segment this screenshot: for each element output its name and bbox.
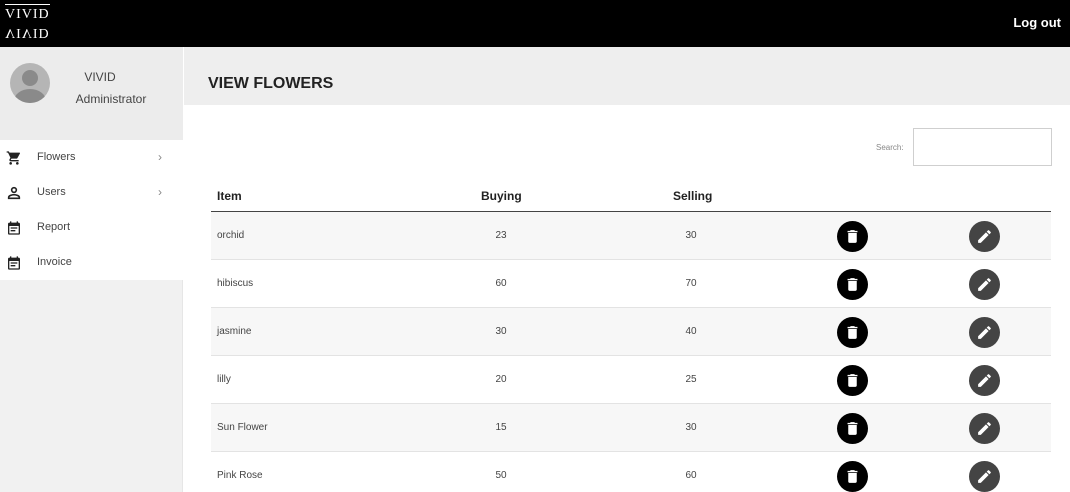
chevron-right-icon: › bbox=[158, 150, 162, 164]
brand-logo[interactable]: VIVID VIVID bbox=[5, 4, 55, 42]
sidebar-item-label: Flowers bbox=[37, 151, 76, 163]
delete-button[interactable] bbox=[837, 269, 868, 300]
user-icon bbox=[7, 186, 21, 200]
edit-icon bbox=[978, 374, 991, 387]
sidebar-item-label: Report bbox=[37, 221, 71, 233]
cell-selling: 60 bbox=[685, 470, 697, 481]
cell-selling: 30 bbox=[685, 230, 697, 241]
edit-button[interactable] bbox=[969, 365, 1000, 396]
table-row: lilly 20 25 bbox=[211, 356, 1051, 404]
table-row: orchid 23 30 bbox=[211, 212, 1051, 260]
sidebar-item-flowers[interactable]: Flowers › bbox=[0, 140, 183, 175]
sidebar: VIVID Administrator Flowers › Users › Re… bbox=[0, 47, 183, 492]
cell-item: lilly bbox=[217, 374, 231, 385]
table-row: Sun Flower 15 30 bbox=[211, 404, 1051, 452]
page-header: VIEW FLOWERS bbox=[184, 47, 1070, 105]
search-input[interactable] bbox=[913, 128, 1052, 166]
edit-icon bbox=[978, 326, 991, 339]
profile-panel: VIVID Administrator bbox=[0, 47, 183, 140]
cell-selling: 25 bbox=[685, 374, 697, 385]
edit-icon bbox=[978, 422, 991, 435]
delete-icon bbox=[847, 470, 858, 483]
delete-button[interactable] bbox=[837, 461, 868, 492]
edit-button[interactable] bbox=[969, 317, 1000, 348]
delete-icon bbox=[847, 422, 858, 435]
delete-icon bbox=[847, 326, 858, 339]
sidebar-item-users[interactable]: Users › bbox=[0, 175, 183, 210]
edit-icon bbox=[978, 470, 991, 483]
profile-name: VIVID bbox=[84, 70, 116, 84]
cell-item: hibiscus bbox=[217, 278, 254, 289]
cell-item: jasmine bbox=[217, 326, 252, 337]
calendar-icon bbox=[8, 221, 20, 235]
cell-buying: 50 bbox=[495, 470, 507, 481]
sidebar-item-label: Invoice bbox=[37, 256, 72, 268]
profile-role: Administrator bbox=[75, 92, 147, 106]
column-header-selling[interactable]: Selling bbox=[673, 189, 712, 203]
edit-button[interactable] bbox=[969, 413, 1000, 444]
column-header-buying[interactable]: Buying bbox=[481, 189, 522, 203]
chevron-right-icon: › bbox=[158, 185, 162, 199]
cell-selling: 70 bbox=[685, 278, 697, 289]
delete-button[interactable] bbox=[837, 413, 868, 444]
top-bar: VIVID VIVID Log out bbox=[0, 0, 1070, 47]
edit-button[interactable] bbox=[969, 221, 1000, 252]
cell-item: Pink Rose bbox=[217, 470, 263, 481]
logout-link[interactable]: Log out bbox=[1013, 15, 1061, 30]
delete-button[interactable] bbox=[837, 365, 868, 396]
search-label: Search: bbox=[876, 143, 904, 152]
main-content: VIEW FLOWERS Search: Item Buying Selling… bbox=[184, 47, 1070, 492]
cell-selling: 40 bbox=[685, 326, 697, 337]
avatar bbox=[10, 63, 50, 103]
edit-button[interactable] bbox=[969, 269, 1000, 300]
sidebar-item-report[interactable]: Report bbox=[0, 210, 183, 245]
cell-selling: 30 bbox=[685, 422, 697, 433]
edit-icon bbox=[978, 230, 991, 243]
calendar-icon bbox=[8, 256, 20, 270]
delete-icon bbox=[847, 230, 858, 243]
table-row: Pink Rose 50 60 bbox=[211, 452, 1051, 492]
cell-buying: 15 bbox=[495, 422, 507, 433]
flowers-table: Item Buying Selling orchid 23 30 hibiscu… bbox=[211, 180, 1051, 492]
table-row: jasmine 30 40 bbox=[211, 308, 1051, 356]
cell-buying: 20 bbox=[495, 374, 507, 385]
delete-icon bbox=[847, 278, 858, 291]
sidebar-item-label: Users bbox=[37, 186, 66, 198]
cart-icon bbox=[6, 151, 21, 165]
cell-buying: 23 bbox=[495, 230, 507, 241]
table-row: hibiscus 60 70 bbox=[211, 260, 1051, 308]
delete-button[interactable] bbox=[837, 317, 868, 348]
logo-text-mirrored: VIVID bbox=[5, 25, 50, 40]
page-title: VIEW FLOWERS bbox=[208, 75, 334, 92]
logo-text-top: VIVID bbox=[5, 4, 50, 23]
sidebar-menu: Flowers › Users › Report Invoice bbox=[0, 140, 183, 280]
cell-item: orchid bbox=[217, 230, 245, 241]
table-header: Item Buying Selling bbox=[211, 180, 1051, 212]
cell-item: Sun Flower bbox=[217, 422, 268, 433]
column-header-item[interactable]: Item bbox=[217, 189, 242, 203]
delete-icon bbox=[847, 374, 858, 387]
edit-button[interactable] bbox=[969, 461, 1000, 492]
cell-buying: 60 bbox=[495, 278, 507, 289]
edit-icon bbox=[978, 278, 991, 291]
delete-button[interactable] bbox=[837, 221, 868, 252]
cell-buying: 30 bbox=[495, 326, 507, 337]
sidebar-item-invoice[interactable]: Invoice bbox=[0, 245, 183, 280]
